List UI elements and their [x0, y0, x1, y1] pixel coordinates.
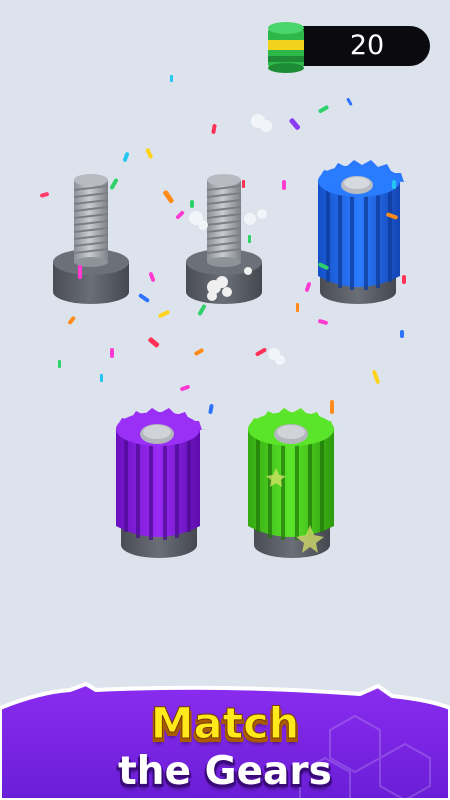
- bolt-5-green-gear[interactable]: [248, 408, 340, 558]
- bolt-3-blue-gear[interactable]: [318, 160, 410, 304]
- coin-count: 20: [349, 30, 385, 61]
- gear-coin-stack-icon: [268, 22, 304, 73]
- bolt-1-empty[interactable]: [53, 174, 129, 304]
- banner-title-line1: Match: [150, 699, 300, 749]
- game-board: [0, 75, 450, 800]
- banner-title-line2: the Gears: [118, 749, 332, 794]
- bolt-4-purple-gear[interactable]: [116, 408, 208, 558]
